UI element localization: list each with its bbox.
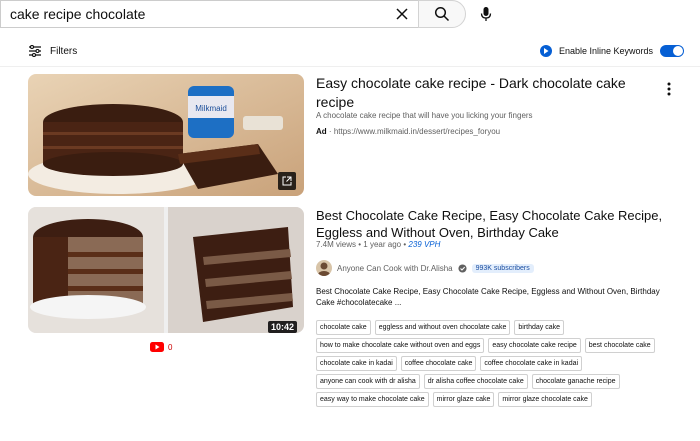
tag-chip[interactable]: eggless and without oven chocolate cake: [374, 320, 511, 335]
svg-text:Milkmaid: Milkmaid: [195, 104, 227, 113]
search-input[interactable]: cake recipe chocolate: [10, 6, 145, 22]
extension-icon: [540, 45, 552, 57]
divider: [0, 66, 700, 67]
view-count: 7.4M views: [316, 240, 357, 249]
tag-chip[interactable]: birthday cake: [514, 320, 564, 335]
inline-keywords-control: Enable Inline Keywords: [540, 45, 685, 57]
verified-icon: [458, 263, 467, 273]
tag-chip[interactable]: how to make chocolate cake without oven …: [316, 338, 485, 353]
clear-search-button[interactable]: [386, 0, 418, 28]
tag-chip[interactable]: chocolate cake: [316, 320, 371, 335]
vph-stat: 239 VPH: [408, 240, 441, 249]
ad-title[interactable]: Easy chocolate cake recipe - Dark chocol…: [316, 74, 656, 112]
ad-separator: ·: [328, 127, 332, 136]
meta-dot: •: [403, 240, 407, 249]
search-button[interactable]: [418, 0, 466, 28]
tag-chip[interactable]: chocolate cake in kadai: [316, 356, 397, 371]
video-cake-image: [28, 207, 304, 333]
live-count: 0: [150, 342, 172, 352]
video-description: Best Chocolate Cake Recipe, Easy Chocola…: [316, 287, 660, 307]
tag-chip[interactable]: chocolate ganache recipe: [531, 374, 620, 389]
tag-chip[interactable]: coffee chocolate cake in kadai: [480, 356, 583, 371]
tag-list: chocolate cake eggless and without oven c…: [316, 320, 686, 407]
inline-keywords-label: Enable Inline Keywords: [559, 46, 654, 56]
video-meta: 7.4M views • 1 year ago • 239 VPH: [316, 240, 440, 249]
tag-chip[interactable]: anyone can cook with dr alisha: [316, 374, 420, 389]
tag-chip[interactable]: mirror glaze chocolate cake: [498, 392, 592, 407]
ad-url-line: Ad · https://www.milkmaid.in/dessert/rec…: [316, 127, 500, 136]
open-in-new-button[interactable]: [278, 172, 296, 190]
more-vert-icon: [667, 82, 671, 96]
search-icon: [434, 6, 450, 22]
more-actions-button[interactable]: [664, 80, 674, 98]
tag-chip[interactable]: easy chocolate cake recipe: [488, 338, 581, 353]
inline-keywords-toggle[interactable]: [660, 45, 685, 57]
ad-description: A chocolate cake recipe that will have y…: [316, 111, 533, 120]
subscriber-badge: 993K subscribers: [471, 263, 534, 273]
tag-chip[interactable]: easy way to make chocolate cake: [316, 392, 429, 407]
video-thumbnail[interactable]: [28, 207, 304, 333]
mic-icon: [480, 7, 492, 21]
voice-search-button[interactable]: [470, 0, 502, 28]
tag-chip[interactable]: coffee chocolate cake: [400, 356, 477, 371]
ad-cake-image: Milkmaid: [28, 74, 304, 196]
ad-url[interactable]: https://www.milkmaid.in/dessert/recipes_…: [334, 127, 500, 136]
close-icon: [396, 8, 408, 20]
ad-badge: Ad: [316, 127, 327, 136]
tag-chip[interactable]: mirror glaze cake: [432, 392, 495, 407]
filters-button[interactable]: Filters: [28, 45, 77, 57]
video-duration: 10:42: [268, 321, 298, 333]
meta-dot: •: [358, 240, 362, 249]
filters-label: Filters: [50, 45, 78, 57]
live-count-value: 0: [168, 342, 173, 352]
tag-chip[interactable]: dr alisha coffee chocolate cake: [423, 374, 528, 389]
avatar[interactable]: [316, 260, 332, 276]
filters-icon: [29, 45, 41, 57]
youtube-icon: [150, 342, 164, 352]
open-in-new-icon: [282, 176, 292, 186]
channel-name[interactable]: Anyone Can Cook with Dr.Alisha: [337, 264, 453, 273]
tag-chip[interactable]: best chocolate cake: [584, 338, 655, 353]
channel-row[interactable]: Anyone Can Cook with Dr.Alisha 993K subs…: [316, 260, 534, 276]
upload-age: 1 year ago: [363, 240, 402, 249]
ad-thumbnail[interactable]: Milkmaid: [28, 74, 304, 196]
video-title[interactable]: Best Chocolate Cake Recipe, Easy Chocola…: [316, 207, 676, 241]
